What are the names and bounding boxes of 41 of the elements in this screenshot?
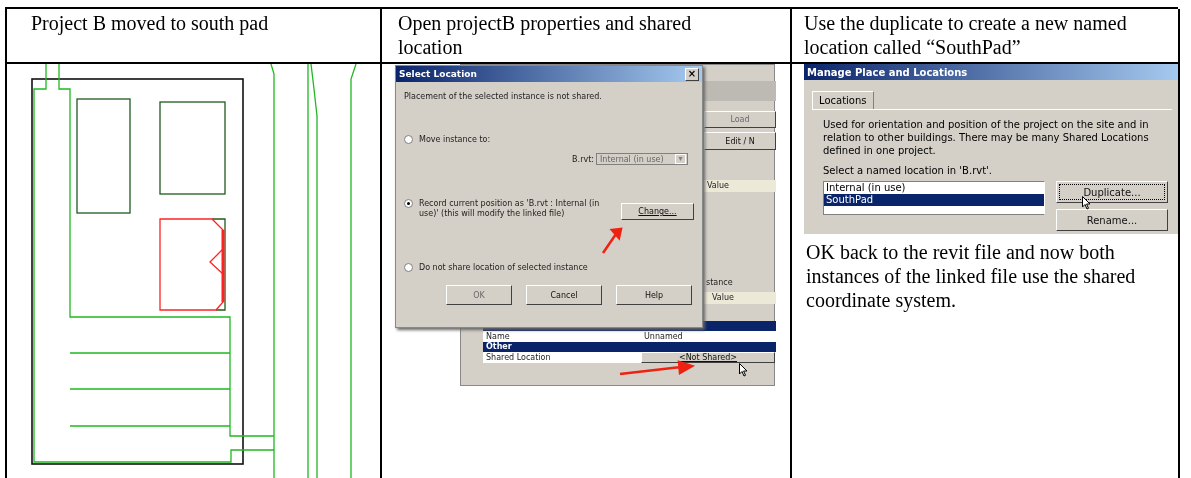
location-list[interactable]: Internal (in use) SouthPad: [823, 181, 1045, 215]
property-name: Name: [485, 331, 511, 342]
cursor-icon: [739, 363, 748, 377]
dialog-button[interactable]: Duplicate...: [1056, 181, 1168, 203]
location-item[interactable]: SouthPad: [824, 194, 1044, 206]
location-item[interactable]: Internal (in use): [824, 182, 1044, 194]
property-value: Unnamed: [643, 331, 684, 342]
shared-location-value[interactable]: <Not Shared>: [641, 352, 775, 363]
dialog-button[interactable]: Help: [616, 285, 692, 305]
change-button[interactable]: Change...: [621, 203, 694, 220]
column-header: Value: [704, 292, 776, 304]
description-text: Used for orientation and position of the project on the site and in relation to other buildings. There may be many Shared Locations defined in one project.: [823, 118, 1150, 157]
option-label: Record current position as 'B.rvt : Internal (in use)' (this will modify the linked file): [419, 199, 601, 219]
option-label: Do not share location of selected instance: [419, 263, 588, 273]
edit-button[interactable]: Edit / N: [704, 132, 776, 150]
column-heading: Open projectB properties and shared location: [398, 11, 693, 59]
radio-button[interactable]: [404, 199, 413, 208]
group-label: stance: [706, 278, 733, 287]
column-heading: Project B moved to south pad: [31, 11, 270, 35]
dialog-message: Placement of the selected instance is not shared.: [404, 92, 603, 101]
column-heading: Use the duplicate to create a new named location called “SouthPad”: [804, 11, 1128, 59]
dialog-title: Select Location: [399, 69, 477, 79]
toolbar-strip: [704, 81, 776, 101]
column-header: Value: [704, 180, 776, 192]
dialog-button[interactable]: Cancel: [526, 285, 602, 305]
load-button[interactable]: Load: [704, 111, 776, 128]
close-button[interactable]: ×: [685, 67, 699, 81]
note-text: OK back to the revit file and now both instances of the linked file use the shared coordinate system.: [805, 240, 1137, 312]
dialog-title: Manage Place and Locations: [807, 66, 968, 78]
dialog-button[interactable]: Rename...: [1056, 209, 1168, 231]
option-label: Move instance to:: [419, 135, 491, 145]
property-name: Shared Location: [485, 352, 552, 363]
pointer-arrow: [602, 228, 622, 254]
prompt-text: Select a named location in 'B.rvt'.: [823, 164, 994, 177]
category-bar: Other: [483, 342, 776, 352]
location-dropdown[interactable]: Internal (in use) ▾: [596, 153, 688, 165]
radio-button[interactable]: [404, 135, 413, 144]
locations-tab[interactable]: Locations: [812, 91, 874, 109]
cursor-icon: [1082, 196, 1091, 210]
combo-label: B.rvt:: [572, 154, 594, 164]
radio-button[interactable]: [404, 263, 413, 272]
